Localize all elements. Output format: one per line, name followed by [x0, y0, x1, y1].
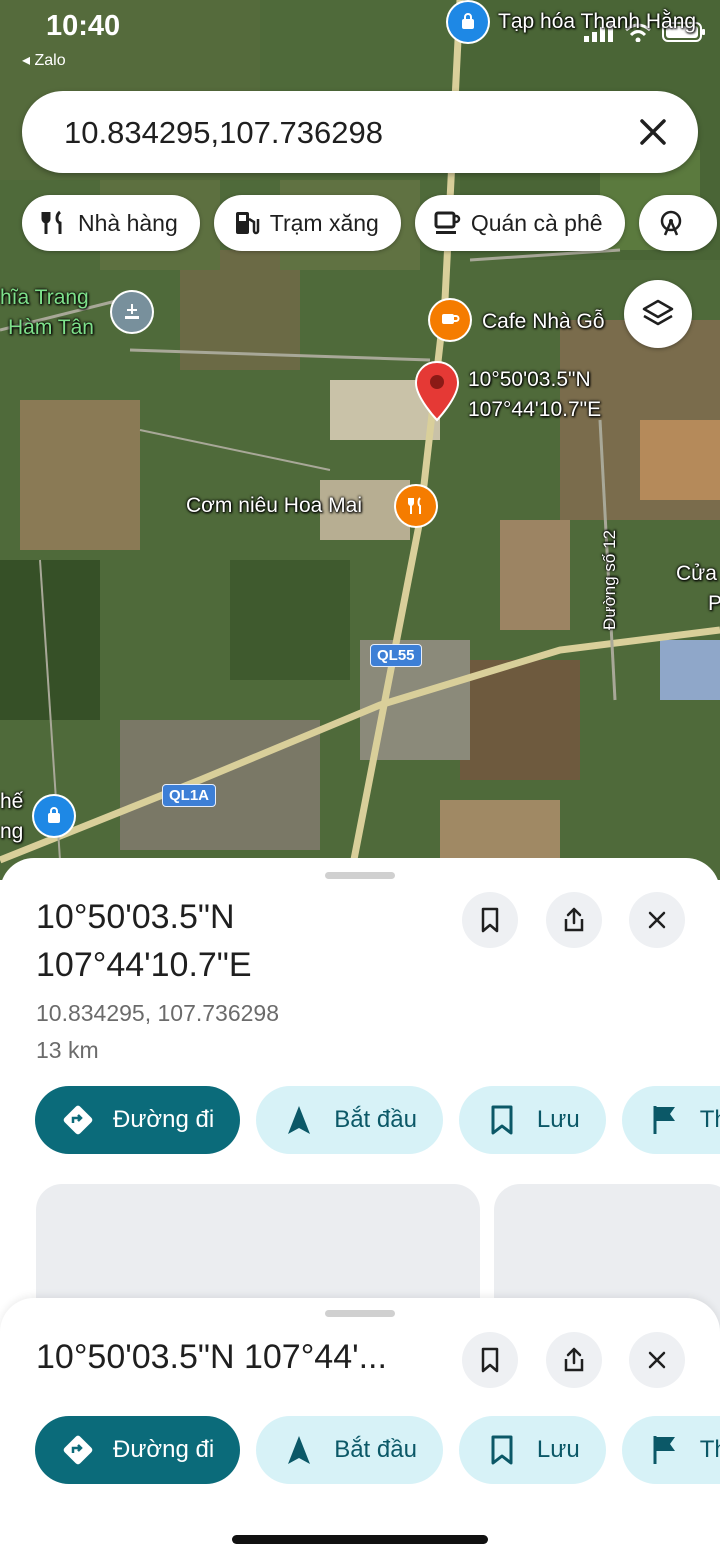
directions-icon [63, 1435, 93, 1465]
chip-attractions[interactable] [638, 195, 717, 251]
chip-gas-stations[interactable]: Trạm xăng [213, 195, 401, 251]
search-bar[interactable]: 10.834295,107.736298 [22, 91, 698, 173]
restaurant-poi-icon[interactable] [396, 486, 436, 526]
directions-button-2[interactable]: Đường đi [35, 1416, 241, 1484]
map-label-pin-lat: 10°50'03.5"N [468, 368, 591, 391]
map-view[interactable]: 10:40 ◂ Zalo Tạp hóa Thanh Hằng hĩa Tran… [0, 0, 720, 880]
bookmark-icon [481, 907, 499, 933]
map-label-road-12: Đường số 12 [600, 529, 619, 630]
map-label-store[interactable]: Tạp hóa Thanh Hằng [498, 10, 696, 34]
start-button-2[interactable]: Bắt đầu [256, 1416, 443, 1484]
save-label: Lưu [536, 1106, 580, 1133]
map-label-right-edge-1[interactable]: Cửa [676, 562, 717, 586]
gas-station-icon [235, 212, 259, 235]
bookmark-button-2[interactable] [462, 1332, 518, 1388]
chip-coffee-shops[interactable]: Quán cà phê [414, 195, 625, 251]
chip-label: Nhà hàng [78, 209, 178, 236]
map-label-right-edge-2[interactable]: P [708, 592, 720, 616]
more-action-label: Th [699, 1106, 720, 1133]
save-button[interactable]: Lưu [458, 1086, 606, 1154]
share-button[interactable] [546, 892, 602, 948]
map-label-left-edge-2[interactable]: ng [0, 820, 23, 844]
directions-button[interactable]: Đường đi [35, 1086, 241, 1154]
close-sheet-button[interactable] [629, 892, 685, 948]
map-label-restaurant[interactable]: Cơm niêu Hoa Mai [186, 494, 362, 518]
map-label-pin-lng: 107°44'10.7"E [468, 398, 602, 421]
location-pin-icon[interactable] [414, 360, 460, 424]
action-row-2: Đường đi Bắt đầu Lưu Th [35, 1416, 720, 1484]
layers-icon [642, 299, 674, 326]
home-indicator[interactable] [232, 1535, 488, 1544]
save-button-2[interactable]: Lưu [458, 1416, 606, 1484]
sheet-drag-handle-2[interactable] [325, 1310, 395, 1317]
shop-poi-icon[interactable] [448, 2, 488, 42]
place-title-line1: 10°50'03.5"N [36, 898, 235, 936]
navigation-arrow-icon [288, 1106, 311, 1134]
more-action-button-2[interactable]: Th [621, 1416, 720, 1484]
ferris-wheel-icon [660, 210, 681, 236]
place-coordinates: 10.834295, 107.736298 [36, 1000, 280, 1026]
road-shield-ql1a: QL1A [162, 784, 217, 807]
start-label: Bắt đầu [334, 1436, 417, 1463]
category-chips: Nhà hàng Trạm xăng Quán cà phê [22, 195, 717, 251]
map-label-cemetery-1[interactable]: hĩa Trang [0, 286, 89, 310]
chip-restaurants[interactable]: Nhà hàng [22, 195, 200, 251]
more-action-label: Th [699, 1436, 720, 1463]
back-to-app-link[interactable]: ◂ Zalo [22, 50, 66, 70]
flag-icon [653, 1106, 675, 1134]
close-sheet-button-2[interactable] [629, 1332, 685, 1388]
collapsed-place-title: 10°50'03.5"N 107°44'... [36, 1338, 387, 1376]
start-button[interactable]: Bắt đầu [256, 1086, 443, 1154]
cemetery-poi-icon[interactable] [112, 292, 152, 332]
more-action-button[interactable]: Th [621, 1086, 720, 1154]
action-row: Đường đi Bắt đầu Lưu Th [35, 1086, 720, 1154]
place-distance: 13 km [36, 1037, 99, 1063]
close-icon [648, 911, 666, 929]
map-layers-button[interactable] [624, 280, 692, 348]
map-label-left-edge-1[interactable]: hế [0, 790, 23, 814]
sheet-drag-handle[interactable] [325, 872, 395, 879]
chip-label: Trạm xăng [269, 209, 379, 236]
share-icon [564, 1347, 584, 1372]
road-shield-ql55: QL55 [370, 644, 422, 667]
place-title-line2: 107°44'10.7"E [36, 946, 252, 984]
save-label: Lưu [536, 1436, 580, 1463]
map-label-cafe[interactable]: Cafe Nhà Gỗ [482, 310, 605, 334]
map-label-cemetery-2[interactable]: Hàm Tân [8, 316, 94, 340]
share-button-2[interactable] [546, 1332, 602, 1388]
bookmark-icon [491, 1105, 513, 1135]
cafe-poi-icon[interactable] [430, 300, 470, 340]
status-time: 10:40 [46, 10, 121, 42]
directions-icon [63, 1105, 93, 1135]
search-input[interactable]: 10.834295,107.736298 [64, 115, 383, 151]
share-icon [564, 907, 584, 932]
close-icon [648, 1351, 666, 1369]
start-label: Bắt đầu [334, 1106, 417, 1133]
collapsed-place-sheet[interactable]: 10°50'03.5"N 107°44'... Đường đi Bắt đầu… [0, 1298, 720, 1559]
fork-knife-icon [41, 210, 62, 234]
chip-label: Quán cà phê [470, 209, 603, 236]
bookmark-button[interactable] [462, 892, 518, 948]
shop-poi-icon-2[interactable] [34, 796, 74, 836]
bookmark-icon [481, 1347, 499, 1373]
coffee-cup-icon [434, 211, 461, 234]
navigation-arrow-icon [288, 1436, 311, 1464]
clear-search-icon[interactable] [634, 113, 672, 151]
directions-label: Đường đi [113, 1436, 215, 1463]
bookmark-icon [491, 1435, 513, 1465]
directions-label: Đường đi [113, 1106, 215, 1133]
flag-icon [653, 1436, 675, 1464]
